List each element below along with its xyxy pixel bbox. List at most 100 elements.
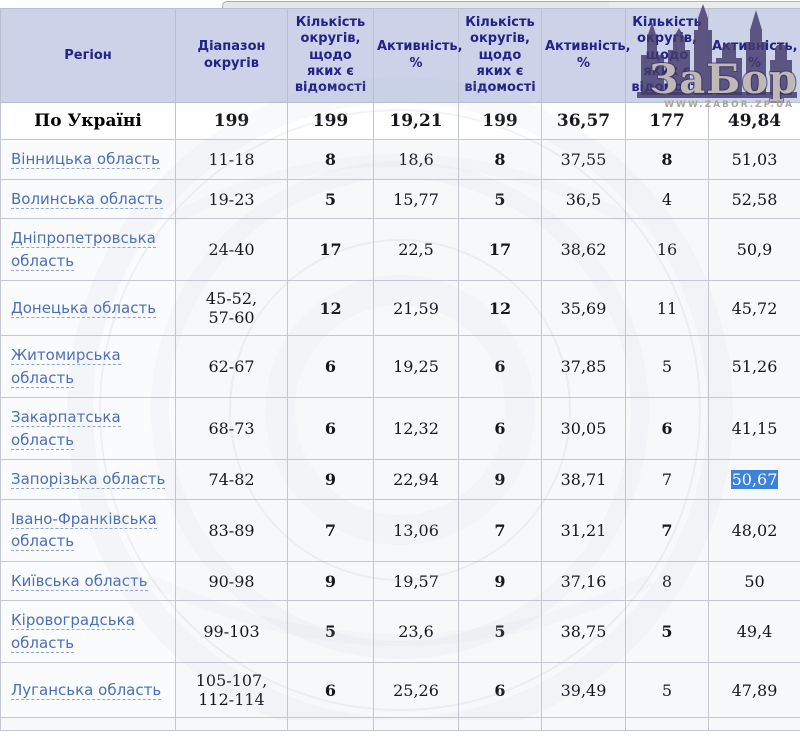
range-value: 99-103 — [176, 601, 288, 663]
summary-activity-3: 49,84 — [709, 103, 800, 140]
range-value: 68-73 — [176, 398, 288, 460]
table-row: Донецька область 45-52, 57-60 12 21,59 1… — [1, 281, 800, 336]
activity-cell-1: 21,59 — [374, 281, 459, 336]
activity-cell-3: 52,58 — [709, 179, 800, 219]
count-cell-3: 4 — [626, 179, 709, 219]
region-link[interactable]: Запорізька область — [11, 470, 165, 489]
region-link[interactable]: Дніпропетровська область — [11, 229, 156, 271]
activity-cell-3: 50,9 — [709, 219, 800, 281]
table-row: Івано-Франківська область 83-89 7 13,06 … — [1, 499, 800, 561]
count-cell-1: 9 — [288, 460, 374, 500]
count-cell-1: 17 — [288, 219, 374, 281]
table-row: Житомирська область 62-67 6 19,25 6 37,8… — [1, 336, 800, 398]
activity-cell-1: 13,06 — [374, 499, 459, 561]
region-link[interactable]: Житомирська область — [11, 346, 121, 388]
region-link[interactable]: Донецька область — [11, 299, 156, 318]
region-cell: Луганська область — [1, 663, 176, 718]
count-cell-1: 5 — [288, 601, 374, 663]
activity-cell-1: 22,94 — [374, 460, 459, 500]
summary-region-label: По Україні — [1, 103, 176, 140]
region-cell: Запорізька область — [1, 460, 176, 500]
count-cell-3: 11 — [626, 281, 709, 336]
header-activity-2: Активність, % — [542, 9, 626, 103]
summary-range: 199 — [176, 103, 288, 140]
count-cell-2: 6 — [459, 663, 542, 718]
activity-cell-3: 47,89 — [709, 663, 800, 718]
summary-activity-2: 36,57 — [542, 103, 626, 140]
activity-cell-1: 19,25 — [374, 336, 459, 398]
count-cell-1: 6 — [288, 398, 374, 460]
header-activity-1: Активність, % — [374, 9, 459, 103]
region-link[interactable]: Київська область — [11, 572, 148, 591]
header-activity-3: Активність, % — [709, 9, 800, 103]
header-districts-reported-1: Кількість округів, щодо яких є відомості — [288, 9, 374, 103]
activity-cell-3: 49,4 — [709, 601, 800, 663]
region-link[interactable]: Волинська область — [11, 190, 163, 209]
table-row: Луганська область 105-107, 112-114 6 25,… — [1, 663, 800, 718]
activity-cell-1: 22,5 — [374, 219, 459, 281]
header-districts-reported-2: Кількість округів, щодо яких є відомості — [459, 9, 542, 103]
count-cell-3: 7 — [626, 499, 709, 561]
count-cell-2: 12 — [459, 281, 542, 336]
summary-row-ukraine: По Україні 199 199 19,21 199 36,57 177 4… — [1, 103, 800, 140]
header-region: Регіон — [1, 9, 176, 103]
activity-cell-3: 50,67 — [709, 460, 800, 500]
count-cell-3: 5 — [626, 336, 709, 398]
activity-cell-2: 37,55 — [542, 140, 626, 180]
activity-cell-1: 23,6 — [374, 601, 459, 663]
activity-cell-1: 25,26 — [374, 663, 459, 718]
count-cell-2: 9 — [459, 460, 542, 500]
activity-cell-2: 37,85 — [542, 336, 626, 398]
region-cell: Київська область — [1, 561, 176, 601]
summary-activity-1: 19,21 — [374, 103, 459, 140]
count-cell-3: 16 — [626, 219, 709, 281]
range-value: 11-18 — [176, 140, 288, 180]
range-value: 83-89 — [176, 499, 288, 561]
count-cell-1: 12 — [288, 281, 374, 336]
page-top-strip — [0, 0, 800, 8]
count-cell-3: 5 — [626, 663, 709, 718]
activity-cell-2: 38,75 — [542, 601, 626, 663]
count-cell-2: 9 — [459, 561, 542, 601]
header-row: Регіон Діапазон округів Кількість округі… — [1, 9, 800, 103]
summary-count-2: 199 — [459, 103, 542, 140]
region-link[interactable]: Луганська область — [11, 681, 161, 700]
next-row-partial — [1, 718, 800, 731]
summary-count-3: 177 — [626, 103, 709, 140]
region-link[interactable]: Кіровоградська область — [11, 611, 135, 653]
count-cell-1: 6 — [288, 663, 374, 718]
region-cell: Івано-Франківська область — [1, 499, 176, 561]
activity-cell-2: 39,49 — [542, 663, 626, 718]
region-link[interactable]: Закарпатська область — [11, 408, 121, 450]
region-cell: Вінницька область — [1, 140, 176, 180]
count-cell-2: 17 — [459, 219, 542, 281]
activity-cell-1: 19,57 — [374, 561, 459, 601]
table-row: Запорізька область 74-82 9 22,94 9 38,71… — [1, 460, 800, 500]
count-cell-3: 8 — [626, 140, 709, 180]
table-row: Кіровоградська область 99-103 5 23,6 5 3… — [1, 601, 800, 663]
table-row: Київська область 90-98 9 19,57 9 37,16 8… — [1, 561, 800, 601]
count-cell-3: 6 — [626, 398, 709, 460]
activity-cell-2: 38,62 — [542, 219, 626, 281]
region-link[interactable]: Івано-Франківська область — [11, 510, 157, 552]
count-cell-2: 5 — [459, 179, 542, 219]
range-value: 62-67 — [176, 336, 288, 398]
activity-cell-3: 51,03 — [709, 140, 800, 180]
activity-cell-3: 48,02 — [709, 499, 800, 561]
activity-cell-2: 38,71 — [542, 460, 626, 500]
range-value: 105-107, 112-114 — [176, 663, 288, 718]
activity-cell-1: 15,77 — [374, 179, 459, 219]
count-cell-1: 6 — [288, 336, 374, 398]
region-cell: Волинська область — [1, 179, 176, 219]
region-cell: Житомирська область — [1, 336, 176, 398]
activity-cell-1: 18,6 — [374, 140, 459, 180]
range-value: 90-98 — [176, 561, 288, 601]
region-link[interactable]: Вінницька область — [11, 150, 160, 169]
turnout-table: Регіон Діапазон округів Кількість округі… — [0, 8, 800, 731]
table-row: Дніпропетровська область 24-40 17 22,5 1… — [1, 219, 800, 281]
region-cell: Кіровоградська область — [1, 601, 176, 663]
count-cell-1: 7 — [288, 499, 374, 561]
table-row: Вінницька область 11-18 8 18,6 8 37,55 8… — [1, 140, 800, 180]
activity-cell-2: 31,21 — [542, 499, 626, 561]
activity-cell-2: 35,69 — [542, 281, 626, 336]
